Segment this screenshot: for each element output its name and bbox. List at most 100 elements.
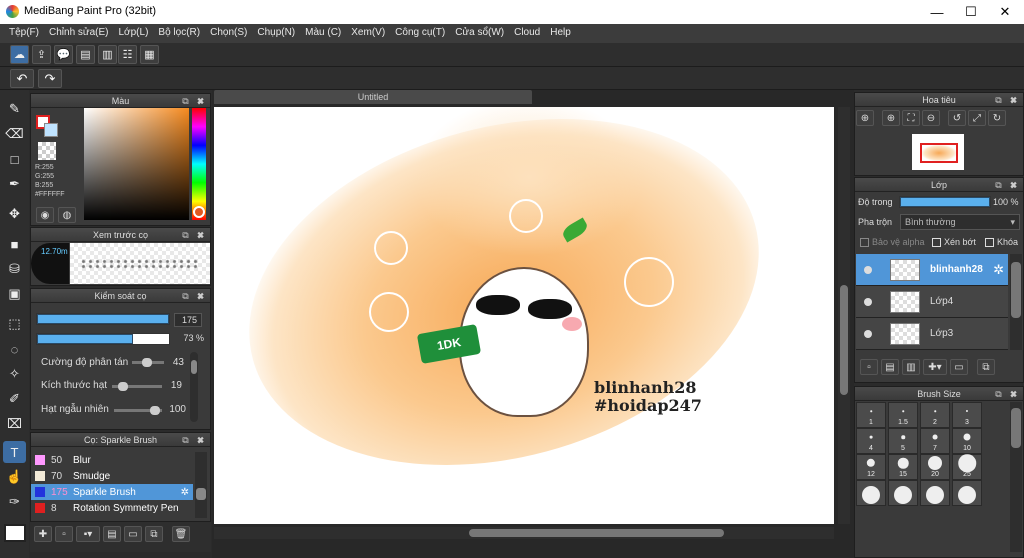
hue-slider[interactable] <box>192 108 206 220</box>
brush-size-preset[interactable]: 15 <box>888 454 918 480</box>
upload-icon[interactable]: ⇪ <box>32 45 51 64</box>
random-handle[interactable] <box>150 406 160 415</box>
lock-checkbox[interactable] <box>985 237 994 247</box>
panel-buttons[interactable]: ⧉ ✖ <box>995 93 1020 107</box>
cloud-icon[interactable]: ☁ <box>10 45 29 64</box>
list-item-selected[interactable]: 175 Sparkle Brush ✲ <box>31 484 193 500</box>
blend-mode-select[interactable]: Bình thường ▾ <box>900 214 1020 230</box>
fit-window-icon[interactable]: ⛶ <box>902 110 920 126</box>
menu-filter[interactable]: Bộ lọc(R) <box>153 24 205 43</box>
grid-icon[interactable]: ▦ <box>140 45 159 64</box>
fill-rect-tool-icon[interactable]: ■ <box>3 233 26 255</box>
visibility-icon[interactable] <box>864 265 872 274</box>
reset-view-icon[interactable]: ⤢ <box>968 110 986 126</box>
brush-size-preset[interactable] <box>856 480 886 506</box>
rotate-right-icon[interactable]: ↻ <box>988 110 1006 126</box>
brush-tool-icon[interactable]: ✎ <box>3 98 26 120</box>
particle-size-slider[interactable] <box>112 382 162 391</box>
chat-icon[interactable]: ▤ <box>76 45 95 64</box>
menu-window[interactable]: Cửa sổ(W) <box>450 24 509 43</box>
panel-buttons[interactable]: ⧉ ✖ <box>182 433 207 447</box>
duplicate-layer-icon[interactable]: ⧉ <box>977 359 995 375</box>
saturation-value-field[interactable] <box>84 108 189 220</box>
pen-tool-icon[interactable]: ✒ <box>3 173 26 195</box>
clipping-option[interactable]: Xén bớt <box>932 237 976 247</box>
menu-file[interactable]: Tệp(F) <box>4 24 44 43</box>
canvas-vertical-scrollbar[interactable] <box>838 107 850 524</box>
list-item[interactable]: 8 Rotation Symmetry Pen <box>31 500 193 516</box>
redo-icon[interactable]: ↷ <box>38 69 62 88</box>
navigator-thumbnail[interactable] <box>912 134 964 170</box>
color-picker-icon[interactable]: ◍ <box>58 207 76 223</box>
scatter-slider[interactable] <box>132 358 164 367</box>
brush-size-preset[interactable]: 3 <box>952 402 982 428</box>
menu-edit[interactable]: Chỉnh sửa(E) <box>44 24 114 43</box>
new-halftone-layer-icon[interactable]: ▤ <box>881 359 899 375</box>
layer-row-lop3[interactable]: Lớp3 <box>856 318 1008 350</box>
brush-size-preset[interactable]: 12 <box>856 454 886 480</box>
close-button[interactable]: ✕ <box>982 0 1024 24</box>
trash-icon[interactable]: 🗑 <box>172 526 190 542</box>
text-tool-icon[interactable]: T <box>3 441 26 463</box>
new-brush-icon[interactable]: ▫ <box>55 526 73 542</box>
brush-size-preset[interactable] <box>920 480 950 506</box>
brush-size-preset[interactable]: 1 <box>856 402 886 428</box>
visibility-icon[interactable] <box>864 297 872 306</box>
lasso-tool-icon[interactable]: ◌ <box>3 338 26 360</box>
lock-option[interactable]: Khóa <box>985 237 1018 247</box>
random-slider[interactable] <box>114 406 162 415</box>
layer-folder-icon[interactable]: ▭ <box>950 359 968 375</box>
undo-icon[interactable]: ↶ <box>10 69 34 88</box>
menu-snap[interactable]: Chụp(N) <box>252 24 300 43</box>
canvas[interactable]: 1DK blinhanh28 #hoidap247 <box>214 107 834 524</box>
layer-settings-gear-icon[interactable]: ✲ <box>993 262 1004 278</box>
import-brush-icon[interactable]: ▪▾ <box>76 526 100 542</box>
brush-size-preset[interactable]: 1.5 <box>888 402 918 428</box>
menu-view[interactable]: Xem(V) <box>346 24 390 43</box>
zoom-in-icon[interactable]: ⊕ <box>882 110 900 126</box>
zoom-out-icon[interactable]: ⊖ <box>922 110 940 126</box>
brush-control-scrollbar[interactable] <box>190 352 198 422</box>
layer-scrollbar[interactable] <box>1010 254 1022 350</box>
brush-size-preset[interactable] <box>888 480 918 506</box>
add-layer-menu-icon[interactable]: ✚▾ <box>923 359 947 375</box>
menu-tools[interactable]: Công cụ(T) <box>390 24 450 43</box>
brush-size-slider[interactable] <box>36 313 170 325</box>
menu-cloud[interactable]: Cloud <box>509 24 545 43</box>
new-layer-icon[interactable]: ▫ <box>860 359 878 375</box>
brush-size-preset[interactable]: 10 <box>952 428 982 454</box>
brush-list-scrollbar[interactable] <box>195 452 207 518</box>
duplicate-icon[interactable]: ⧉ <box>145 526 163 542</box>
brush-settings-gear-icon[interactable]: ✲ <box>181 487 189 498</box>
list-item[interactable]: 70 Smudge <box>31 468 193 484</box>
brush-size-preset[interactable]: 25 <box>952 454 982 480</box>
menu-color[interactable]: Màu (C) <box>300 24 346 43</box>
rotate-left-icon[interactable]: ↺ <box>948 110 966 126</box>
brush-size-preset[interactable]: 5 <box>888 428 918 454</box>
panel-buttons[interactable]: ⧉ ✖ <box>182 289 207 303</box>
visibility-icon[interactable] <box>864 329 872 338</box>
brush-size-preset[interactable]: 4 <box>856 428 886 454</box>
palette-icon[interactable]: ◉ <box>36 207 54 223</box>
panel-buttons[interactable]: ⧉ ✖ <box>182 94 207 108</box>
brush-size-preset[interactable]: 7 <box>920 428 950 454</box>
document-icon[interactable]: ▥ <box>98 45 117 64</box>
brush-size-preset[interactable]: 20 <box>920 454 950 480</box>
select-rect-icon[interactable]: ⬚ <box>3 313 26 335</box>
canvas-horizontal-scrollbar[interactable] <box>214 527 834 539</box>
bucket-tool-icon[interactable]: ⛁ <box>3 258 26 280</box>
gradient-tool-icon[interactable]: ▣ <box>3 283 26 305</box>
menu-help[interactable]: Help <box>545 24 576 43</box>
rectangle-tool-icon[interactable]: □ <box>3 148 26 170</box>
panel-buttons[interactable]: ⧉ ✖ <box>995 387 1020 401</box>
clipping-checkbox[interactable] <box>932 237 941 247</box>
background-color-swatch[interactable] <box>44 123 58 137</box>
brush-size-preset[interactable]: 2 <box>920 402 950 428</box>
eraser-tool-icon[interactable]: ⌫ <box>3 123 26 145</box>
brush-opacity-slider[interactable] <box>36 333 170 345</box>
particle-size-handle[interactable] <box>118 382 128 391</box>
canvas-tab[interactable]: Untitled <box>214 90 532 104</box>
magic-wand-icon[interactable]: ✧ <box>3 363 26 385</box>
scatter-handle[interactable] <box>142 358 152 367</box>
brush-doc-icon[interactable]: ▤ <box>103 526 121 542</box>
